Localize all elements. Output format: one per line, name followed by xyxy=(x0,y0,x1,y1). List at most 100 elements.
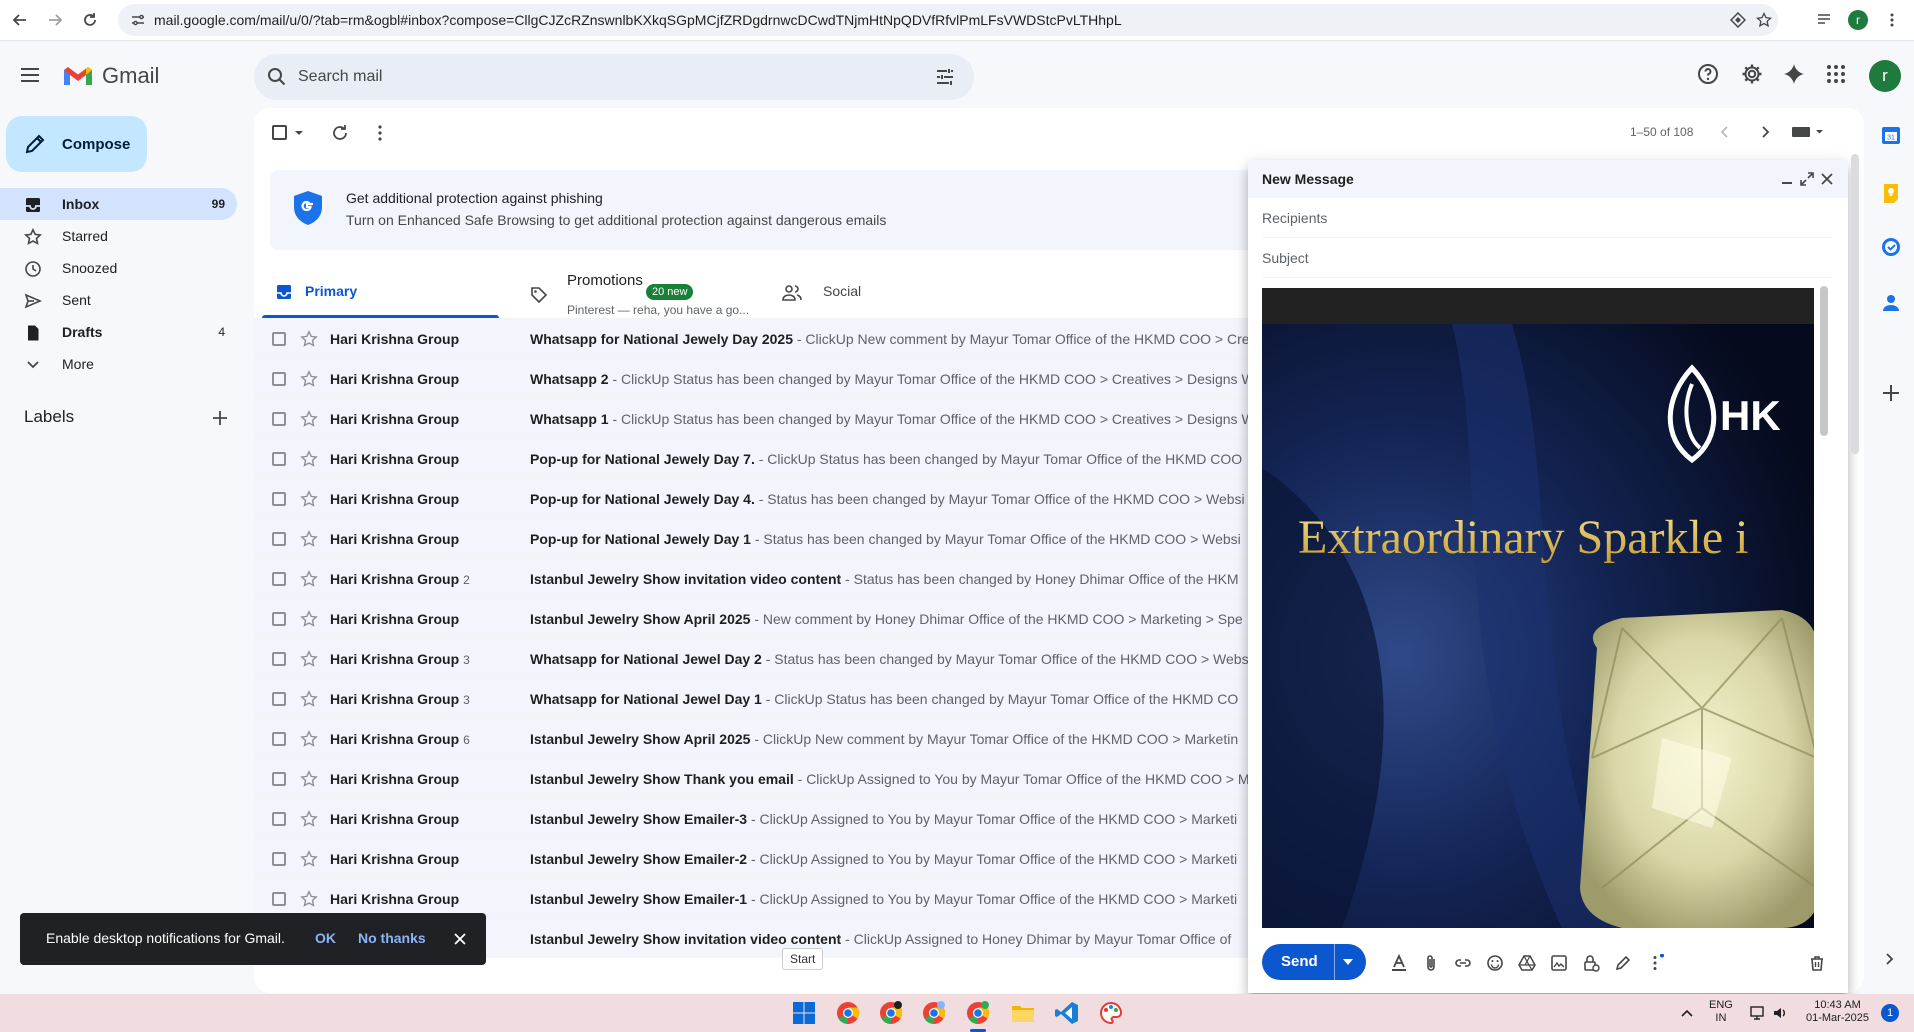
fullscreen-icon[interactable] xyxy=(1800,172,1814,186)
prev-page-icon[interactable] xyxy=(1716,123,1734,141)
star-icon[interactable] xyxy=(300,770,318,788)
row-checkbox[interactable] xyxy=(272,812,286,826)
star-icon[interactable] xyxy=(300,530,318,548)
clock[interactable]: 10:43 AM 01-Mar-2025 xyxy=(1806,999,1869,1025)
row-checkbox[interactable] xyxy=(272,532,286,546)
input-language[interactable]: ENG IN xyxy=(1709,999,1733,1025)
sidebar-item-snoozed[interactable]: Snoozed xyxy=(0,252,237,284)
network-icon[interactable] xyxy=(1750,1005,1768,1021)
keep-notes-icon[interactable] xyxy=(1880,182,1902,204)
email-row[interactable]: Hari Krishna Group Pop-up for National Je… xyxy=(254,518,1354,558)
row-checkbox[interactable] xyxy=(272,492,286,506)
browser-profile-avatar[interactable]: r xyxy=(1848,10,1868,30)
signature-pen-icon[interactable] xyxy=(1614,954,1632,972)
email-row[interactable]: Hari Krishna Group 2 Istanbul Jewelry Show… xyxy=(254,558,1354,598)
email-row[interactable]: Hari Krishna Group 3 Whatsapp for National… xyxy=(254,678,1354,718)
star-icon[interactable] xyxy=(300,610,318,628)
email-row[interactable]: Hari Krishna Group Istanbul Jewelry Show … xyxy=(254,838,1354,878)
apps-grid-icon[interactable] xyxy=(1824,62,1848,86)
chrome-active-icon[interactable] xyxy=(965,1000,991,1026)
add-label-icon[interactable] xyxy=(210,408,230,428)
star-icon[interactable] xyxy=(300,410,318,428)
row-checkbox[interactable] xyxy=(272,412,286,426)
more-vert-icon[interactable] xyxy=(370,123,390,143)
sidebar-item-starred[interactable]: Starred xyxy=(0,220,237,252)
tray-overflow-chevron-icon[interactable] xyxy=(1680,1008,1694,1018)
chrome-profile-icon[interactable] xyxy=(878,1000,904,1026)
email-row[interactable]: Hari Krishna Group Pop-up for National Je… xyxy=(254,478,1354,518)
confidential-lock-icon[interactable] xyxy=(1582,954,1600,972)
star-icon[interactable] xyxy=(300,450,318,468)
row-checkbox[interactable] xyxy=(272,732,286,746)
row-checkbox[interactable] xyxy=(272,892,286,906)
star-icon[interactable] xyxy=(300,330,318,348)
windows-start-icon[interactable] xyxy=(791,1000,817,1026)
star-icon[interactable] xyxy=(300,730,318,748)
compose-button[interactable]: Compose xyxy=(6,116,147,172)
bookmark-star-icon[interactable] xyxy=(1756,12,1772,28)
attach-file-icon[interactable] xyxy=(1422,954,1440,972)
email-row[interactable]: Hari Krishna Group Istanbul Jewelry Show … xyxy=(254,598,1354,638)
row-checkbox[interactable] xyxy=(272,372,286,386)
email-row[interactable]: Hari Krishna Group Whatsapp 2 - ClickUp S… xyxy=(254,358,1354,398)
sidebar-item-sent[interactable]: Sent xyxy=(0,284,237,316)
email-row[interactable]: Hari Krishna Group 6 Istanbul Jewelry Show… xyxy=(254,718,1354,758)
settings-gear-icon[interactable] xyxy=(1740,62,1764,86)
row-checkbox[interactable] xyxy=(272,572,286,586)
file-explorer-icon[interactable] xyxy=(1010,1000,1036,1026)
email-row[interactable]: Hari Krishna Group Pop-up for National Je… xyxy=(254,438,1354,478)
email-row[interactable]: Hari Krishna Group Whatsapp for National … xyxy=(254,318,1354,358)
discard-trash-icon[interactable] xyxy=(1808,954,1826,972)
volume-icon[interactable] xyxy=(1772,1005,1788,1021)
translate-icon[interactable] xyxy=(1730,12,1746,28)
search-input[interactable]: Search mail xyxy=(254,54,974,100)
insert-link-icon[interactable] xyxy=(1454,954,1472,972)
keyboard-icon[interactable] xyxy=(1790,123,1824,141)
calendar-icon[interactable]: 31 xyxy=(1880,124,1902,146)
star-icon[interactable] xyxy=(300,890,318,908)
row-checkbox[interactable] xyxy=(272,612,286,626)
gemini-sparkle-icon[interactable] xyxy=(1782,62,1806,86)
star-icon[interactable] xyxy=(300,570,318,588)
tab-social[interactable]: Social xyxy=(766,260,1003,318)
sidebar-item-inbox[interactable]: Inbox 99 xyxy=(0,188,237,220)
star-icon[interactable] xyxy=(300,810,318,828)
chrome-profile-icon[interactable] xyxy=(921,1000,947,1026)
more-options-icon[interactable] xyxy=(1646,954,1664,972)
notification-badge[interactable]: 1 xyxy=(1881,1004,1899,1022)
main-menu-icon[interactable] xyxy=(18,63,42,87)
email-row[interactable]: Hari Krishna Group 3 Whatsapp for National… xyxy=(254,638,1354,678)
site-settings-icon[interactable] xyxy=(130,12,146,28)
close-icon[interactable] xyxy=(1820,172,1834,186)
star-icon[interactable] xyxy=(300,650,318,668)
email-row[interactable]: Hari Krishna Group Istanbul Jewelry Show … xyxy=(254,878,1354,918)
expand-panel-chevron-icon[interactable] xyxy=(1880,950,1898,968)
chrome-icon[interactable] xyxy=(835,1000,861,1026)
row-checkbox[interactable] xyxy=(272,452,286,466)
browser-menu-icon[interactable] xyxy=(1884,12,1900,28)
scrollbar-thumb[interactable] xyxy=(1820,286,1828,436)
back-icon[interactable] xyxy=(8,8,32,32)
email-row[interactable]: Hari Krishna Group Istanbul Jewelry Show … xyxy=(254,758,1354,798)
paint-app-icon[interactable] xyxy=(1098,1000,1124,1026)
compose-scrollbar[interactable] xyxy=(1820,278,1828,932)
help-icon[interactable] xyxy=(1696,62,1720,86)
address-bar[interactable]: mail.google.com/mail/u/0/?tab=rm&ogbl#in… xyxy=(118,4,1778,36)
reload-icon[interactable] xyxy=(78,8,102,32)
subject-field[interactable]: Subject xyxy=(1262,238,1832,278)
row-checkbox[interactable] xyxy=(272,772,286,786)
gmail-logo[interactable]: Gmail xyxy=(62,63,159,89)
send-button[interactable]: Send xyxy=(1262,944,1366,980)
row-checkbox[interactable] xyxy=(272,692,286,706)
emoji-icon[interactable] xyxy=(1486,954,1504,972)
row-checkbox[interactable] xyxy=(272,332,286,346)
row-checkbox[interactable] xyxy=(272,652,286,666)
select-dropdown-icon[interactable] xyxy=(294,128,304,138)
select-all-checkbox[interactable] xyxy=(272,125,287,140)
search-options-icon[interactable] xyxy=(934,66,956,88)
account-avatar[interactable]: r xyxy=(1869,60,1901,92)
minimize-icon[interactable] xyxy=(1780,172,1794,186)
row-checkbox[interactable] xyxy=(272,852,286,866)
star-icon[interactable] xyxy=(300,690,318,708)
google-drive-icon[interactable] xyxy=(1518,954,1536,972)
